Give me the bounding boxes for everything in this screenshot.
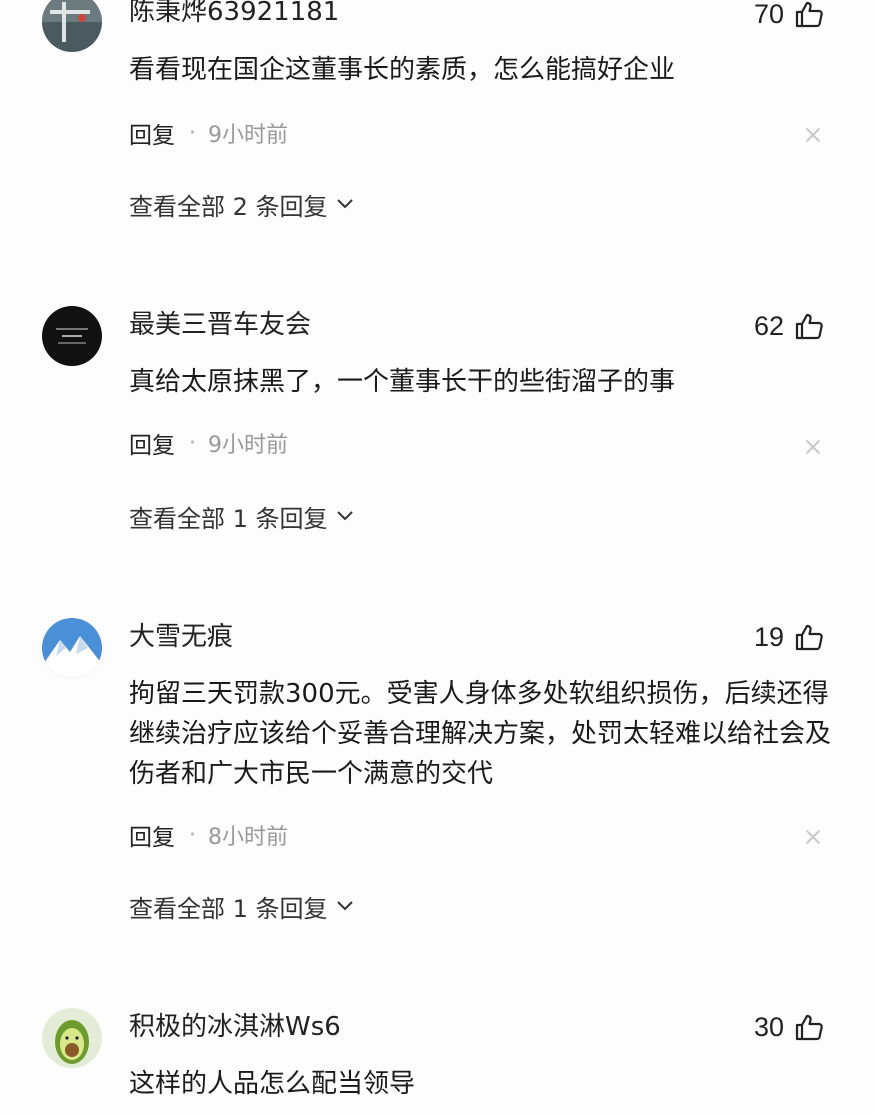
- chevron-down-icon: [336, 199, 353, 209]
- view-all-replies-button[interactable]: 查看全部 1 条回复: [129, 889, 354, 923]
- username[interactable]: 陈秉烨63921181: [129, 0, 339, 28]
- view-all-replies-button[interactable]: 查看全部 2 条回复: [129, 187, 354, 221]
- view-all-replies-label: 查看全部 1 条回复: [129, 504, 328, 533]
- comment-time: 9小时前: [208, 123, 288, 148]
- comment-time: 9小时前: [208, 433, 288, 458]
- like-count: 70: [753, 0, 784, 29]
- separator-dot: ·: [189, 430, 196, 456]
- comment-time: 8小时前: [208, 825, 288, 850]
- close-icon[interactable]: [806, 128, 820, 142]
- username[interactable]: 最美三晋车友会: [129, 309, 311, 341]
- view-all-replies-label: 查看全部 2 条回复: [129, 192, 328, 221]
- comment-meta: 回复 · 9小时前: [129, 426, 288, 460]
- chevron-down-icon: [336, 511, 353, 521]
- like-button[interactable]: 19: [754, 620, 824, 654]
- separator-dot: ·: [189, 822, 196, 848]
- thumbs-up-icon[interactable]: [794, 1012, 824, 1042]
- like-button[interactable]: 70: [754, 0, 824, 31]
- comment-text: 拘留三天罚款300元。受害人身体多处软组织损伤，后续还得继续治疗应该给个妥善合理…: [129, 679, 832, 789]
- chevron-down-icon: [336, 901, 353, 911]
- thumbs-up-icon[interactable]: [794, 622, 824, 652]
- comment-meta: 回复 · 8小时前: [129, 818, 288, 852]
- comment-text: 这样的人品怎么配当领导: [129, 1069, 416, 1099]
- avatar[interactable]: [42, 618, 102, 678]
- close-icon[interactable]: [806, 830, 820, 844]
- comment-meta: 回复 · 9小时前: [129, 116, 288, 150]
- like-count: 62: [753, 310, 784, 341]
- reply-button[interactable]: 回复: [129, 818, 175, 852]
- comment-text: 真给太原抹黑了，一个董事长干的些街溜子的事: [129, 367, 676, 397]
- reply-button[interactable]: 回复: [129, 426, 175, 460]
- reply-button[interactable]: 回复: [129, 116, 175, 150]
- username[interactable]: 大雪无痕: [129, 621, 233, 653]
- comment-text: 看看现在国企这董事长的素质，怎么能搞好企业: [129, 55, 676, 85]
- view-all-replies-button[interactable]: 查看全部 1 条回复: [129, 499, 354, 533]
- like-count: 30: [753, 1011, 784, 1042]
- separator-dot: ·: [189, 120, 196, 146]
- like-button[interactable]: 62: [754, 309, 824, 343]
- close-icon[interactable]: [806, 440, 820, 454]
- avatar[interactable]: [42, 1008, 102, 1068]
- like-button[interactable]: 30: [754, 1010, 824, 1044]
- avatar[interactable]: [42, 306, 102, 366]
- avatar[interactable]: [42, 0, 102, 52]
- username[interactable]: 积极的冰淇淋Ws6: [129, 1011, 341, 1043]
- thumbs-up-icon[interactable]: [794, 0, 824, 29]
- like-count: 19: [753, 621, 784, 652]
- view-all-replies-label: 查看全部 1 条回复: [129, 894, 328, 923]
- thumbs-up-icon[interactable]: [794, 311, 824, 341]
